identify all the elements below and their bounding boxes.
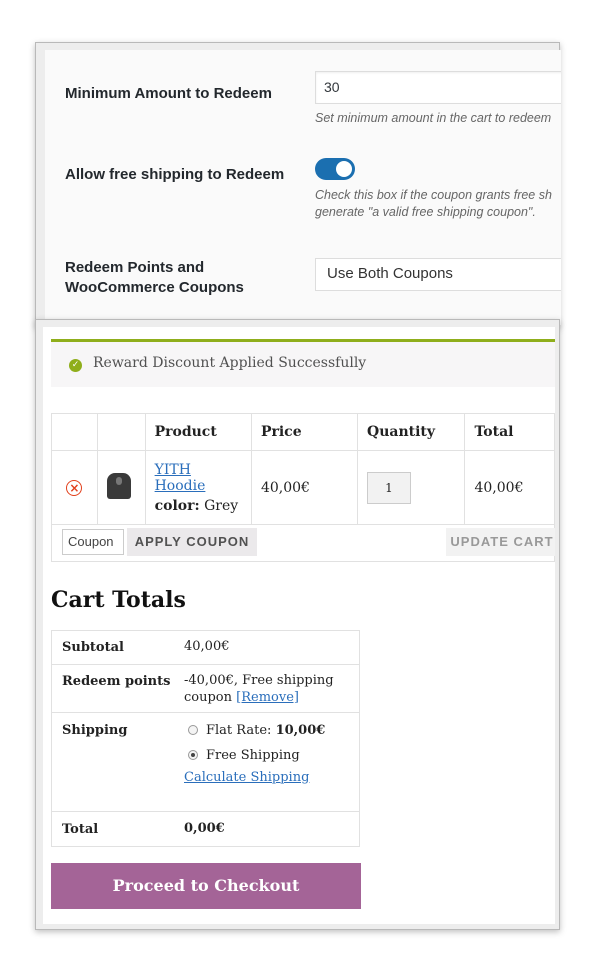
subtotal-label: Subtotal (62, 640, 124, 655)
free-shipping-option[interactable]: Free Shipping (184, 747, 325, 769)
flat-rate-label: Flat Rate: (206, 723, 272, 738)
header-price: Price (250, 413, 359, 451)
cart-panel: ✓ Reward Discount Applied Successfully P… (35, 319, 560, 930)
total-value: 0,00€ (184, 821, 225, 836)
header-product: Product (144, 413, 252, 451)
redeem-coupons-label-line2: WooCommerce Coupons (65, 279, 244, 296)
min-amount-label: Minimum Amount to Redeem (65, 85, 272, 102)
settings-panel: Minimum Amount to Redeem 30 Set minimum … (35, 42, 561, 327)
quantity-cell: 1 (356, 450, 466, 525)
redeem-value-line1: -40,00€, Free shipping (184, 673, 334, 688)
min-amount-input[interactable]: 30 (315, 71, 561, 104)
cart-actions: Coupon APPLY COUPON UPDATE CART (51, 523, 555, 562)
header-quantity: Quantity (356, 413, 466, 451)
settings-form: Minimum Amount to Redeem 30 Set minimum … (45, 50, 561, 325)
remove-cell: × (51, 450, 98, 525)
flat-rate-value: 10,00€ (275, 723, 326, 738)
product-thumbnail[interactable] (106, 472, 131, 499)
total-row: Total 0,00€ (52, 812, 359, 846)
free-shipping-description-line1: Check this box if the coupon grants free… (315, 188, 552, 202)
redeem-coupons-label: Redeem Points and WooCommerce Coupons (65, 258, 244, 298)
update-cart-button[interactable]: UPDATE CART (446, 528, 555, 556)
total-cell: 40,00€ (464, 450, 555, 525)
table-row: × YITH Hoodie color: Grey 40,00€ 1 40,00… (51, 450, 555, 525)
price-cell: 40,00€ (250, 450, 359, 525)
header-remove (51, 413, 98, 451)
cart-totals-title: Cart Totals (51, 587, 186, 613)
coupon-input[interactable]: Coupon (62, 529, 124, 555)
product-attr-label: color: (154, 497, 200, 514)
flat-rate-option[interactable]: Flat Rate: 10,00€ (184, 722, 325, 747)
product-link[interactable]: YITH Hoodie (155, 462, 206, 494)
redeem-value-line2: coupon (184, 690, 233, 705)
cart-table-header: Product Price Quantity Total (51, 413, 555, 451)
redeem-label: Redeem points (62, 674, 171, 689)
redeem-coupons-select[interactable]: Use Both Coupons (315, 258, 561, 291)
shipping-row: Shipping Flat Rate: 10,00€ Free Shipping… (52, 713, 359, 812)
success-notice: ✓ Reward Discount Applied Successfully (51, 339, 555, 387)
cart-totals-table: Subtotal 40,00€ Redeem points -40,00€, F… (51, 630, 360, 847)
flat-rate-radio[interactable] (188, 724, 198, 735)
redeem-row: Redeem points -40,00€, Free shipping cou… (52, 665, 359, 713)
remove-redeem-link[interactable]: [Remove] (236, 690, 299, 705)
header-thumbnail (96, 413, 146, 451)
apply-coupon-button[interactable]: APPLY COUPON (127, 528, 257, 556)
cart-page: ✓ Reward Discount Applied Successfully P… (43, 327, 555, 924)
product-attr-value: Grey (204, 497, 239, 514)
toggle-knob (336, 161, 352, 177)
free-shipping-description-line2: generate "a valid free shipping coupon". (315, 205, 536, 219)
cart-table: Product Price Quantity Total × YITH Hood… (51, 413, 555, 525)
free-shipping-label: Allow free shipping to Redeem (65, 166, 285, 183)
subtotal-value: 40,00€ (184, 639, 230, 654)
min-amount-description: Set minimum amount in the cart to redeem (315, 111, 552, 125)
quantity-input[interactable]: 1 (367, 471, 411, 504)
calculate-shipping-link[interactable]: Calculate Shipping (184, 770, 309, 785)
shipping-label: Shipping (62, 723, 128, 738)
free-shipping-toggle[interactable] (315, 158, 355, 180)
check-icon: ✓ (69, 359, 82, 372)
subtotal-row: Subtotal 40,00€ (52, 631, 359, 665)
free-shipping-radio[interactable] (188, 749, 198, 760)
total-label: Total (62, 822, 99, 837)
header-total: Total (464, 413, 555, 451)
thumbnail-cell (96, 450, 146, 525)
shipping-options: Flat Rate: 10,00€ Free Shipping Calculat… (184, 722, 325, 786)
product-cell: YITH Hoodie color: Grey (144, 450, 252, 525)
redeem-coupons-label-line1: Redeem Points and (65, 259, 205, 276)
notice-text: Reward Discount Applied Successfully (93, 355, 367, 371)
free-shipping-description: Check this box if the coupon grants free… (315, 187, 561, 221)
proceed-to-checkout-button[interactable]: Proceed to Checkout (51, 863, 361, 909)
redeem-value: -40,00€, Free shipping coupon [Remove] (184, 672, 334, 706)
remove-item-icon[interactable]: × (66, 479, 83, 496)
free-shipping-option-label: Free Shipping (206, 748, 300, 763)
